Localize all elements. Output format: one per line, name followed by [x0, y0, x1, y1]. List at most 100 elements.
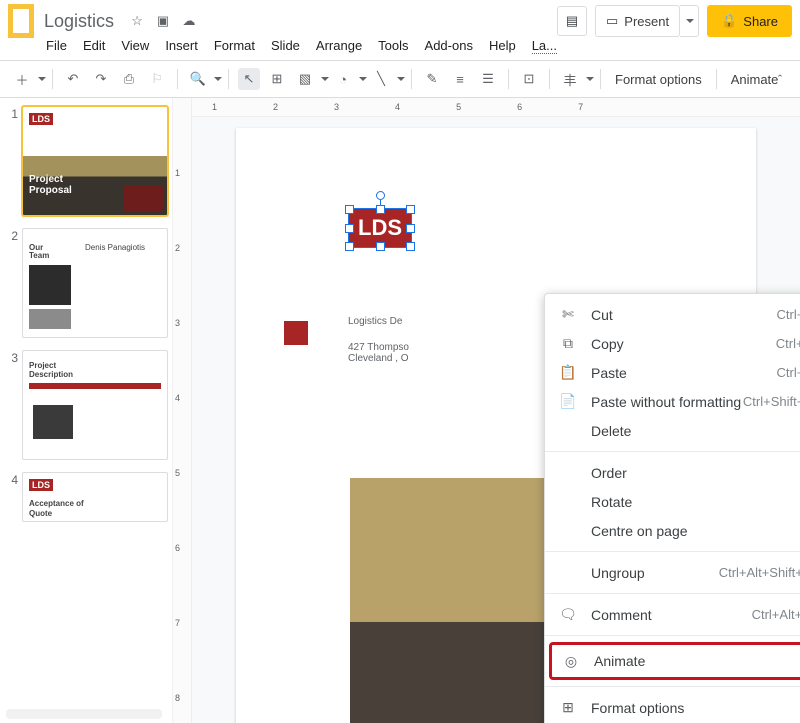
- ctx-label: Format options: [591, 700, 684, 716]
- slide-thumbnail-1[interactable]: LDS ProjectProposal: [22, 106, 168, 216]
- resize-handle[interactable]: [376, 242, 385, 251]
- zoom-button[interactable]: 🔍: [187, 68, 209, 90]
- present-button[interactable]: ▭ Present: [595, 5, 680, 37]
- resize-handle[interactable]: [376, 205, 385, 214]
- zoom-dropdown[interactable]: [214, 77, 222, 81]
- image-dropdown[interactable]: [321, 77, 329, 81]
- vr-tick: 2: [175, 243, 180, 253]
- share-label: Share: [743, 14, 778, 29]
- address-text: 427 ThompsoCleveland , O: [348, 342, 409, 364]
- ctx-paste-without-formatting[interactable]: 📄Paste without formattingCtrl+Shift+V: [545, 387, 800, 416]
- resize-handle[interactable]: [345, 205, 354, 214]
- border-color-button[interactable]: ≡: [449, 68, 471, 90]
- thumb-number: 1: [4, 107, 18, 216]
- hr-tick: 2: [273, 102, 278, 112]
- present-dropdown[interactable]: [680, 5, 699, 37]
- menu-tools[interactable]: Tools: [378, 38, 408, 54]
- ctx-paste[interactable]: 📋PasteCtrl+V: [545, 358, 800, 387]
- doc-title[interactable]: Logistics: [44, 11, 114, 32]
- selected-shape-lds[interactable]: LDS: [348, 208, 412, 248]
- menu-insert[interactable]: Insert: [165, 38, 198, 54]
- ctx-copy[interactable]: ⧉CopyCtrl+C: [545, 329, 800, 358]
- slides-logo[interactable]: [8, 4, 34, 38]
- menu-edit[interactable]: Edit: [83, 38, 105, 54]
- collapse-toolbar-button[interactable]: ˆ: [769, 68, 791, 90]
- menu-help[interactable]: Help: [489, 38, 516, 54]
- menu-last-edit[interactable]: La...: [532, 38, 557, 54]
- cloud-icon[interactable]: ☁: [180, 14, 198, 28]
- undo-button[interactable]: ↶: [62, 68, 84, 90]
- hr-tick: 5: [456, 102, 461, 112]
- align-dropdown[interactable]: [586, 77, 594, 81]
- resize-handle[interactable]: [345, 224, 354, 233]
- menu-format[interactable]: Format: [214, 38, 255, 54]
- border-weight-button[interactable]: ☰: [477, 68, 499, 90]
- canvas[interactable]: 1 2 3 4 5 6 7 LDS Logistics De: [192, 98, 800, 723]
- hr-tick: 1: [212, 102, 217, 112]
- thumb4-t1: Acceptance of: [29, 499, 84, 508]
- resize-handle[interactable]: [406, 205, 415, 214]
- thumb-number: 4: [4, 473, 18, 522]
- thumb-number: 2: [4, 229, 18, 338]
- move-icon[interactable]: ▣: [154, 14, 172, 28]
- shape-tool[interactable]: ◔: [332, 68, 354, 90]
- redo-button[interactable]: ↷: [90, 68, 112, 90]
- menu-bar: File Edit View Insert Format Slide Arran…: [0, 36, 800, 60]
- share-button[interactable]: 🔒 Share: [707, 5, 792, 37]
- ctx-label: Order: [591, 465, 627, 481]
- new-slide-dropdown[interactable]: [38, 77, 46, 81]
- hr-tick: 6: [517, 102, 522, 112]
- ctx-delete[interactable]: Delete: [545, 416, 800, 445]
- slide-thumbnail-3[interactable]: Project Description: [22, 350, 168, 460]
- menu-slide[interactable]: Slide: [271, 38, 300, 54]
- image-tool[interactable]: ▧: [294, 68, 316, 90]
- thumb3-t: Project Description: [29, 361, 73, 379]
- red-square-shape[interactable]: [284, 321, 308, 345]
- line-dropdown[interactable]: [397, 77, 405, 81]
- thumb2-t2: Team: [29, 251, 49, 260]
- new-slide-button[interactable]: ＋: [11, 68, 33, 90]
- menu-arrange[interactable]: Arrange: [316, 38, 362, 54]
- vertical-ruler: 1 2 3 4 5 6 7 8: [173, 98, 192, 723]
- ctx-rotate[interactable]: Rotate▸: [545, 487, 800, 516]
- filmstrip[interactable]: 1 LDS ProjectProposal 2 Our Team Denis P…: [0, 98, 173, 723]
- fill-color-button[interactable]: ✎: [421, 68, 443, 90]
- paste-icon: 📋: [559, 364, 577, 381]
- ctx-shortcut: Ctrl+Alt+M: [752, 607, 800, 622]
- ctx-cut[interactable]: ✄CutCtrl+X: [545, 300, 800, 329]
- ctx-shortcut: Ctrl+C: [776, 336, 800, 351]
- ctx-format-options[interactable]: ⊞Format options: [545, 693, 800, 722]
- print-button[interactable]: ⎙: [118, 68, 140, 90]
- slide-thumbnail-2[interactable]: Our Team Denis Panagiotis: [22, 228, 168, 338]
- align-button[interactable]: 丰: [559, 68, 581, 90]
- textbox-tool[interactable]: ⊞: [266, 68, 288, 90]
- menu-view[interactable]: View: [121, 38, 149, 54]
- filmstrip-scrollbar[interactable]: [6, 709, 162, 719]
- select-tool[interactable]: ↖: [238, 68, 260, 90]
- shape-dropdown[interactable]: [359, 77, 367, 81]
- ctx-order[interactable]: Order▸: [545, 458, 800, 487]
- border-dash-button[interactable]: ⊡: [518, 68, 540, 90]
- open-comments-button[interactable]: ▤: [557, 6, 587, 36]
- ctx-ungroup[interactable]: UngroupCtrl+Alt+Shift+G: [545, 558, 800, 587]
- star-icon[interactable]: ☆: [128, 14, 146, 28]
- ctx-centre-on-page[interactable]: Centre on page▸: [545, 516, 800, 545]
- thumb-number: 3: [4, 351, 18, 460]
- lds-chip: LDS: [29, 479, 53, 491]
- slide-thumbnail-4[interactable]: LDS Acceptance of Quote: [22, 472, 168, 522]
- resize-handle[interactable]: [345, 242, 354, 251]
- menu-addons[interactable]: Add-ons: [425, 38, 473, 54]
- ctx-comment[interactable]: 🗨CommentCtrl+Alt+M: [545, 600, 800, 629]
- resize-handle[interactable]: [406, 224, 415, 233]
- line-tool[interactable]: ╲: [370, 68, 392, 90]
- vr-tick: 5: [175, 468, 180, 478]
- thumb4-t2: Quote: [29, 509, 52, 518]
- resize-handle[interactable]: [406, 242, 415, 251]
- rotation-handle[interactable]: [376, 191, 385, 200]
- format-options-button[interactable]: Format options: [607, 72, 710, 87]
- menu-file[interactable]: File: [46, 38, 67, 54]
- ctx-separator: [545, 451, 800, 452]
- paint-format-button[interactable]: ⚐: [146, 68, 168, 90]
- ctx-animate[interactable]: ◎Animate: [549, 642, 800, 680]
- vr-tick: 1: [175, 168, 180, 178]
